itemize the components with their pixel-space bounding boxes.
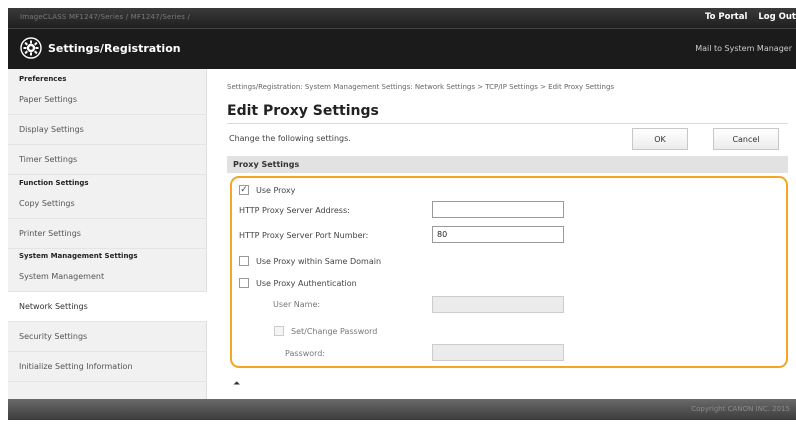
port-number-label: HTTP Proxy Server Port Number: bbox=[239, 231, 369, 240]
cancel-button[interactable]: Cancel bbox=[713, 128, 779, 150]
sidebar: Preferences Paper Settings Display Setti… bbox=[8, 69, 207, 399]
top-links: To Portal Log Out bbox=[697, 12, 796, 22]
log-out-link[interactable]: Log Out bbox=[758, 12, 796, 22]
top-bar: ImageCLASS MF1247/Series / MF1247/Series… bbox=[8, 8, 796, 28]
app-title: Settings/Registration bbox=[48, 42, 181, 55]
set-password-checkbox[interactable] bbox=[274, 326, 284, 336]
authentication-label: Use Proxy Authentication bbox=[256, 278, 357, 288]
instruction-text: Change the following settings. bbox=[229, 134, 351, 143]
set-password-label: Set/Change Password bbox=[291, 326, 378, 336]
sidebar-item-system-management[interactable]: System Management bbox=[8, 262, 207, 292]
section-header-proxy-settings: Proxy Settings bbox=[227, 156, 788, 173]
use-proxy-checkbox[interactable]: ✓ bbox=[239, 185, 249, 195]
page-title: Edit Proxy Settings bbox=[227, 103, 379, 119]
ok-button[interactable]: OK bbox=[632, 128, 688, 150]
authentication-checkbox[interactable] bbox=[239, 278, 249, 288]
copyright-text: Copyright CANON INC. 2015 bbox=[691, 405, 790, 413]
sidebar-item-paper-settings[interactable]: Paper Settings bbox=[8, 85, 207, 115]
to-portal-link[interactable]: To Portal bbox=[705, 12, 747, 22]
mail-to-manager-link[interactable]: Mail to System Manager bbox=[695, 44, 792, 53]
use-proxy-row: ✓ Use Proxy bbox=[239, 183, 295, 197]
same-domain-label: Use Proxy within Same Domain bbox=[256, 256, 382, 266]
sidebar-item-timer-settings[interactable]: Timer Settings bbox=[8, 145, 207, 175]
sidebar-item-network-settings[interactable]: Network Settings bbox=[8, 292, 207, 322]
same-domain-row: Use Proxy within Same Domain bbox=[239, 254, 381, 268]
server-address-label: HTTP Proxy Server Address: bbox=[239, 206, 350, 215]
password-field[interactable] bbox=[432, 344, 564, 361]
sidebar-item-security-settings[interactable]: Security Settings bbox=[8, 322, 207, 352]
page-footer: Copyright CANON INC. 2015 bbox=[8, 399, 796, 420]
breadcrumb: Settings/Registration: System Management… bbox=[227, 83, 615, 91]
sidebar-item-copy-settings[interactable]: Copy Settings bbox=[8, 189, 207, 219]
port-number-field[interactable]: 80 bbox=[432, 226, 564, 243]
sidebar-group-system-management: System Management Settings bbox=[19, 252, 138, 260]
authentication-row: Use Proxy Authentication bbox=[239, 276, 357, 290]
collapse-up-icon[interactable]: ⏶ bbox=[233, 379, 240, 389]
sidebar-group-function-settings: Function Settings bbox=[19, 179, 89, 187]
set-password-row: Set/Change Password bbox=[274, 324, 377, 338]
device-path: ImageCLASS MF1247/Series / MF1247/Series… bbox=[20, 13, 191, 21]
sidebar-item-initialize-setting-information[interactable]: Initialize Setting Information bbox=[8, 352, 207, 382]
password-label: Password: bbox=[285, 349, 326, 358]
user-name-field[interactable] bbox=[432, 296, 564, 313]
server-address-field[interactable] bbox=[432, 201, 564, 218]
title-divider bbox=[227, 123, 788, 124]
sidebar-item-printer-settings[interactable]: Printer Settings bbox=[8, 219, 207, 249]
use-proxy-label: Use Proxy bbox=[256, 185, 296, 195]
user-name-label: User Name: bbox=[273, 300, 321, 309]
same-domain-checkbox[interactable] bbox=[239, 256, 249, 266]
sidebar-group-preferences: Preferences bbox=[19, 75, 67, 83]
page-header: Settings/Registration Mail to System Man… bbox=[8, 28, 796, 69]
main-content: Settings/Registration: System Management… bbox=[207, 69, 796, 399]
browser-frame: ImageCLASS MF1247/Series / MF1247/Series… bbox=[8, 8, 796, 420]
settings-gear-icon bbox=[20, 37, 42, 59]
sidebar-item-display-settings[interactable]: Display Settings bbox=[8, 115, 207, 145]
